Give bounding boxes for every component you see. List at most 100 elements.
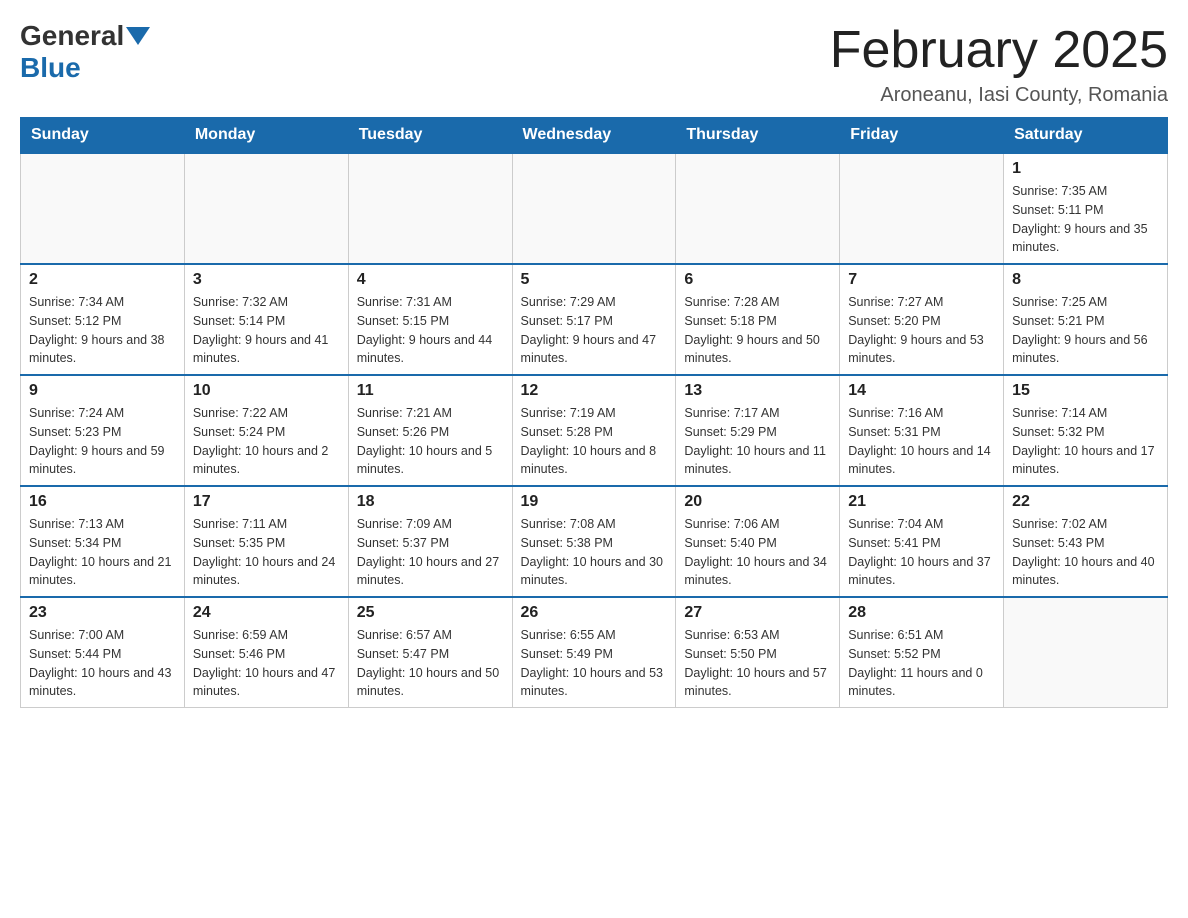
calendar-cell: 28Sunrise: 6:51 AMSunset: 5:52 PMDayligh… — [840, 597, 1004, 708]
day-number: 20 — [684, 493, 831, 511]
day-info: Sunrise: 7:14 AMSunset: 5:32 PMDaylight:… — [1012, 404, 1159, 479]
calendar-cell: 12Sunrise: 7:19 AMSunset: 5:28 PMDayligh… — [512, 375, 676, 486]
day-info: Sunrise: 7:28 AMSunset: 5:18 PMDaylight:… — [684, 293, 831, 368]
day-info: Sunrise: 7:21 AMSunset: 5:26 PMDaylight:… — [357, 404, 504, 479]
day-info: Sunrise: 7:09 AMSunset: 5:37 PMDaylight:… — [357, 515, 504, 590]
weekday-header-tuesday: Tuesday — [348, 118, 512, 154]
day-number: 24 — [193, 604, 340, 622]
calendar-cell: 15 Sunrise: 7:14 AMSunset: 5:32 PMDayligh… — [1004, 375, 1168, 486]
calendar-title: February 2025 — [830, 20, 1168, 80]
day-info: Sunrise: 7:11 AMSunset: 5:35 PMDaylight:… — [193, 515, 340, 590]
day-number: 10 — [193, 382, 340, 400]
calendar-cell: 25 Sunrise: 6:57 AMSunset: 5:47 PMDayligh… — [348, 597, 512, 708]
day-info: Sunrise: 7:16 AMSunset: 5:31 PMDaylight:… — [848, 404, 995, 479]
day-number: 15 — [1012, 382, 1159, 400]
calendar-cell: 19 Sunrise: 7:08 AMSunset: 5:38 PMDayligh… — [512, 486, 676, 597]
day-info: Sunrise: 7:08 AMSunset: 5:38 PMDaylight:… — [521, 515, 668, 590]
logo-blue-text: Blue — [20, 52, 81, 84]
calendar-cell — [348, 153, 512, 264]
weekday-header-wednesday: Wednesday — [512, 118, 676, 154]
calendar-cell: 2 Sunrise: 7:34 AMSunset: 5:12 PMDaylight… — [21, 264, 185, 375]
calendar-cell: 14 Sunrise: 7:16 AMSunset: 5:31 PMDayligh… — [840, 375, 1004, 486]
day-info: Sunrise: 7:06 AMSunset: 5:40 PMDaylight:… — [684, 515, 831, 590]
day-info: Sunrise: 7:35 AMSunset: 5:11 PMDaylight:… — [1012, 182, 1159, 257]
weekday-header-sunday: Sunday — [21, 118, 185, 154]
weekday-header-saturday: Saturday — [1004, 118, 1168, 154]
calendar-cell: 5Sunrise: 7:29 AMSunset: 5:17 PMDaylight… — [512, 264, 676, 375]
day-info: Sunrise: 7:17 AMSunset: 5:29 PMDaylight:… — [684, 404, 831, 479]
logo-general-text: General — [20, 20, 124, 52]
calendar-cell — [512, 153, 676, 264]
day-info: Sunrise: 7:34 AMSunset: 5:12 PMDaylight:… — [29, 293, 176, 368]
day-info: Sunrise: 7:32 AMSunset: 5:14 PMDaylight:… — [193, 293, 340, 368]
calendar-cell: 13 Sunrise: 7:17 AMSunset: 5:29 PMDayligh… — [676, 375, 840, 486]
calendar-cell: 6 Sunrise: 7:28 AMSunset: 5:18 PMDaylight… — [676, 264, 840, 375]
day-info: Sunrise: 6:57 AMSunset: 5:47 PMDaylight:… — [357, 626, 504, 701]
day-number: 16 — [29, 493, 176, 511]
page-header: General Blue February 2025 Aroneanu, Ias… — [20, 20, 1168, 107]
calendar-cell: 8 Sunrise: 7:25 AMSunset: 5:21 PMDaylight… — [1004, 264, 1168, 375]
day-number: 11 — [357, 382, 504, 400]
calendar-cell — [21, 153, 185, 264]
day-number: 2 — [29, 271, 176, 289]
calendar-cell: 11 Sunrise: 7:21 AMSunset: 5:26 PMDayligh… — [348, 375, 512, 486]
day-number: 9 — [29, 382, 176, 400]
day-number: 19 — [521, 493, 668, 511]
day-number: 23 — [29, 604, 176, 622]
day-info: Sunrise: 6:53 AMSunset: 5:50 PMDaylight:… — [684, 626, 831, 701]
title-block: February 2025 Aroneanu, Iasi County, Rom… — [830, 20, 1168, 107]
week-row-1: 1 Sunrise: 7:35 AMSunset: 5:11 PMDaylight… — [21, 153, 1168, 264]
day-info: Sunrise: 7:19 AMSunset: 5:28 PMDaylight:… — [521, 404, 668, 479]
day-number: 17 — [193, 493, 340, 511]
calendar-cell: 27Sunrise: 6:53 AMSunset: 5:50 PMDayligh… — [676, 597, 840, 708]
day-info: Sunrise: 7:25 AMSunset: 5:21 PMDaylight:… — [1012, 293, 1159, 368]
day-info: Sunrise: 7:02 AMSunset: 5:43 PMDaylight:… — [1012, 515, 1159, 590]
day-number: 5 — [521, 271, 668, 289]
day-number: 25 — [357, 604, 504, 622]
calendar-cell: 24 Sunrise: 6:59 AMSunset: 5:46 PMDayligh… — [184, 597, 348, 708]
day-info: Sunrise: 7:04 AMSunset: 5:41 PMDaylight:… — [848, 515, 995, 590]
week-row-3: 9 Sunrise: 7:24 AMSunset: 5:23 PMDaylight… — [21, 375, 1168, 486]
calendar-cell: 17 Sunrise: 7:11 AMSunset: 5:35 PMDayligh… — [184, 486, 348, 597]
calendar-cell: 7 Sunrise: 7:27 AMSunset: 5:20 PMDaylight… — [840, 264, 1004, 375]
day-number: 6 — [684, 271, 831, 289]
calendar-cell — [676, 153, 840, 264]
calendar-cell: 26Sunrise: 6:55 AMSunset: 5:49 PMDayligh… — [512, 597, 676, 708]
calendar-cell: 10 Sunrise: 7:22 AMSunset: 5:24 PMDayligh… — [184, 375, 348, 486]
day-number: 13 — [684, 382, 831, 400]
day-info: Sunrise: 6:55 AMSunset: 5:49 PMDaylight:… — [521, 626, 668, 701]
calendar-cell — [184, 153, 348, 264]
weekday-header-monday: Monday — [184, 118, 348, 154]
calendar-subtitle: Aroneanu, Iasi County, Romania — [830, 84, 1168, 107]
calendar-cell: 22 Sunrise: 7:02 AMSunset: 5:43 PMDayligh… — [1004, 486, 1168, 597]
calendar-cell: 4 Sunrise: 7:31 AMSunset: 5:15 PMDaylight… — [348, 264, 512, 375]
calendar-cell: 16Sunrise: 7:13 AMSunset: 5:34 PMDayligh… — [21, 486, 185, 597]
day-info: Sunrise: 7:31 AMSunset: 5:15 PMDaylight:… — [357, 293, 504, 368]
day-info: Sunrise: 7:24 AMSunset: 5:23 PMDaylight:… — [29, 404, 176, 479]
day-number: 21 — [848, 493, 995, 511]
calendar-cell: 9 Sunrise: 7:24 AMSunset: 5:23 PMDaylight… — [21, 375, 185, 486]
day-info: Sunrise: 7:22 AMSunset: 5:24 PMDaylight:… — [193, 404, 340, 479]
calendar-table: SundayMondayTuesdayWednesdayThursdayFrid… — [20, 117, 1168, 708]
day-info: Sunrise: 6:51 AMSunset: 5:52 PMDaylight:… — [848, 626, 995, 701]
logo-arrow-icon — [126, 27, 150, 45]
day-info: Sunrise: 6:59 AMSunset: 5:46 PMDaylight:… — [193, 626, 340, 701]
day-number: 1 — [1012, 160, 1159, 178]
calendar-cell: 23Sunrise: 7:00 AMSunset: 5:44 PMDayligh… — [21, 597, 185, 708]
day-number: 7 — [848, 271, 995, 289]
week-row-2: 2 Sunrise: 7:34 AMSunset: 5:12 PMDaylight… — [21, 264, 1168, 375]
weekday-header-friday: Friday — [840, 118, 1004, 154]
calendar-cell — [1004, 597, 1168, 708]
day-info: Sunrise: 7:27 AMSunset: 5:20 PMDaylight:… — [848, 293, 995, 368]
day-number: 18 — [357, 493, 504, 511]
calendar-cell: 1 Sunrise: 7:35 AMSunset: 5:11 PMDaylight… — [1004, 153, 1168, 264]
day-number: 14 — [848, 382, 995, 400]
day-number: 3 — [193, 271, 340, 289]
day-number: 4 — [357, 271, 504, 289]
calendar-cell: 18 Sunrise: 7:09 AMSunset: 5:37 PMDayligh… — [348, 486, 512, 597]
calendar-cell: 20 Sunrise: 7:06 AMSunset: 5:40 PMDayligh… — [676, 486, 840, 597]
calendar-cell: 3 Sunrise: 7:32 AMSunset: 5:14 PMDaylight… — [184, 264, 348, 375]
day-number: 8 — [1012, 271, 1159, 289]
day-number: 22 — [1012, 493, 1159, 511]
weekday-header-thursday: Thursday — [676, 118, 840, 154]
